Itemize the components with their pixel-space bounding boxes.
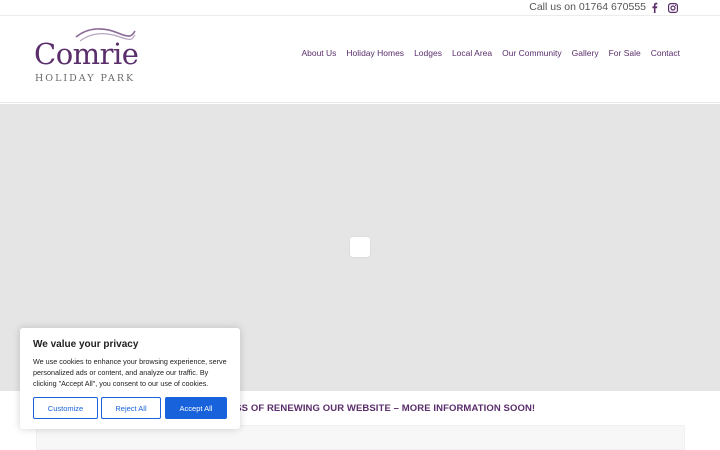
site-header: Comrie HOLIDAY PARK About Us Holiday Hom… [0, 17, 720, 103]
phone-number[interactable]: Call us on 01764 670555 [529, 1, 646, 13]
top-bar: Call us on 01764 670555 [0, 0, 720, 16]
customize-button[interactable]: Customize [33, 397, 98, 419]
reject-all-button[interactable]: Reject All [101, 397, 161, 419]
loading-indicator [350, 237, 370, 257]
site-logo[interactable]: Comrie HOLIDAY PARK [34, 25, 139, 87]
accept-all-button[interactable]: Accept All [165, 397, 227, 419]
logo-subtitle: HOLIDAY PARK [35, 73, 136, 84]
cookie-title: We value your privacy [33, 339, 139, 350]
nav-item-contact[interactable]: Contact [651, 48, 680, 58]
cookie-description: We use cookies to enhance your browsing … [33, 357, 227, 388]
main-nav: About Us Holiday Homes Lodges Local Area… [301, 48, 680, 58]
nav-item-for-sale[interactable]: For Sale [609, 48, 641, 58]
logo-brand-text: Comrie [34, 37, 139, 71]
page: Call us on 01764 670555 Comrie HOLIDAY P… [0, 0, 720, 450]
facebook-icon[interactable] [649, 2, 660, 13]
nav-item-holiday-homes[interactable]: Holiday Homes [346, 48, 404, 58]
nav-item-our-community[interactable]: Our Community [502, 48, 562, 58]
nav-item-lodges[interactable]: Lodges [414, 48, 442, 58]
nav-item-gallery[interactable]: Gallery [572, 48, 599, 58]
instagram-icon[interactable] [667, 2, 678, 13]
nav-item-about-us[interactable]: About Us [301, 48, 336, 58]
nav-item-local-area[interactable]: Local Area [452, 48, 492, 58]
cookie-consent-banner: We value your privacy We use cookies to … [20, 328, 240, 429]
